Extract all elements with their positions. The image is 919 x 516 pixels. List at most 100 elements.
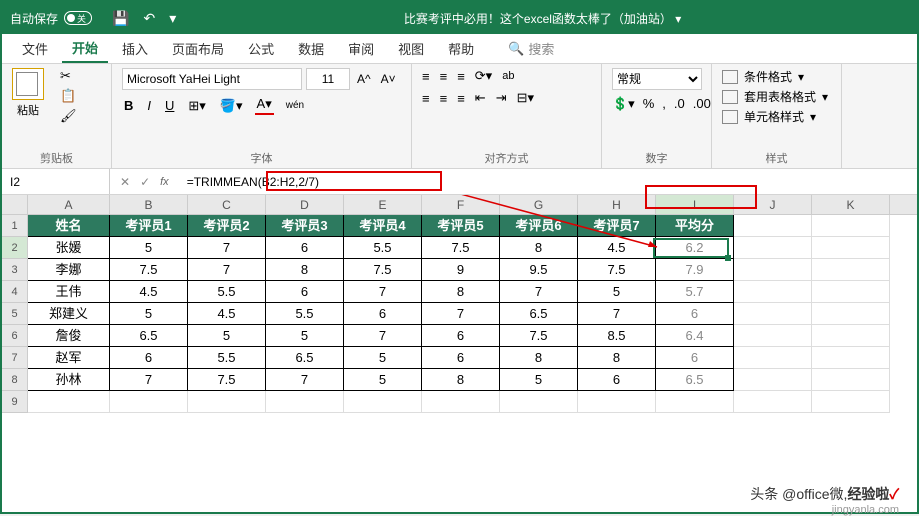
cell[interactable]: 5 [110, 237, 188, 259]
cell[interactable] [812, 369, 890, 391]
autosave-toggle[interactable]: 自动保存 关 [10, 10, 92, 27]
cell[interactable] [344, 391, 422, 413]
search-box[interactable]: 🔍 搜索 [508, 39, 554, 58]
col-header[interactable]: G [500, 195, 578, 214]
cancel-icon[interactable]: ✕ [120, 175, 130, 189]
cell[interactable]: 5.5 [188, 281, 266, 303]
conditional-format-button[interactable]: 条件格式▾ [722, 68, 831, 85]
cell[interactable]: 6 [344, 303, 422, 325]
cell[interactable]: 6.5 [110, 325, 188, 347]
font-size-select[interactable] [306, 68, 350, 90]
cell[interactable]: 詹俊 [28, 325, 110, 347]
decrease-font-icon[interactable]: A˅ [378, 72, 399, 86]
copy-icon[interactable]: 📋 [60, 88, 77, 104]
cut-icon[interactable]: ✂ [60, 68, 77, 84]
cell[interactable] [422, 391, 500, 413]
cell-style-button[interactable]: 单元格样式▾ [722, 108, 831, 125]
col-header[interactable]: H [578, 195, 656, 214]
tab-layout[interactable]: 页面布局 [162, 35, 234, 62]
cell[interactable]: 8.5 [578, 325, 656, 347]
cell[interactable]: 4.5 [110, 281, 188, 303]
cell[interactable]: 7.9 [656, 259, 734, 281]
row-header[interactable]: 4 [2, 281, 28, 303]
cell[interactable]: 5 [188, 325, 266, 347]
italic-button[interactable]: I [145, 98, 153, 113]
cell[interactable]: 6.5 [266, 347, 344, 369]
cell[interactable] [656, 391, 734, 413]
decrease-decimal-icon[interactable]: .00 [693, 96, 711, 112]
name-box[interactable]: I2 [2, 169, 110, 194]
cell[interactable]: 王伟 [28, 281, 110, 303]
cell[interactable]: 6.2 [656, 237, 734, 259]
cell[interactable]: 7 [500, 281, 578, 303]
comma-icon[interactable]: , [662, 96, 666, 112]
cell[interactable] [28, 391, 110, 413]
cell[interactable] [812, 347, 890, 369]
cell[interactable]: 7.5 [500, 325, 578, 347]
align-top-icon[interactable]: ≡ [422, 69, 430, 84]
cell[interactable]: 张媛 [28, 237, 110, 259]
cell[interactable] [266, 391, 344, 413]
table-header-cell[interactable]: 姓名 [28, 215, 110, 237]
tab-review[interactable]: 审阅 [338, 35, 384, 62]
cell[interactable]: 5 [500, 369, 578, 391]
col-header[interactable]: D [266, 195, 344, 214]
cell[interactable]: 9 [422, 259, 500, 281]
table-header-cell[interactable]: 平均分 [656, 215, 734, 237]
align-middle-icon[interactable]: ≡ [440, 69, 448, 84]
cell[interactable]: 5 [266, 325, 344, 347]
cell[interactable]: 4.5 [578, 237, 656, 259]
cell[interactable]: 7 [266, 369, 344, 391]
increase-decimal-icon[interactable]: .0 [674, 96, 685, 112]
cell[interactable]: 5 [344, 347, 422, 369]
cell[interactable]: 6 [266, 281, 344, 303]
indent-left-icon[interactable]: ⇤ [475, 90, 486, 106]
tab-insert[interactable]: 插入 [112, 35, 158, 62]
cell[interactable]: 8 [422, 369, 500, 391]
cell[interactable] [812, 391, 890, 413]
cell[interactable]: 4.5 [188, 303, 266, 325]
tab-home[interactable]: 开始 [62, 34, 108, 63]
select-all-corner[interactable] [2, 195, 28, 214]
fill-handle[interactable] [725, 255, 731, 261]
cell[interactable]: 7 [188, 259, 266, 281]
cell[interactable] [734, 281, 812, 303]
tab-view[interactable]: 视图 [388, 35, 434, 62]
percent-icon[interactable]: % [643, 96, 655, 112]
cell[interactable]: 7.5 [110, 259, 188, 281]
col-header[interactable]: K [812, 195, 890, 214]
cell[interactable]: 7 [188, 237, 266, 259]
cell[interactable]: 5 [344, 369, 422, 391]
formula-input[interactable]: =TRIMMEAN(B2:H2,2/7) [179, 175, 917, 189]
col-header[interactable]: E [344, 195, 422, 214]
cell[interactable]: 5.5 [188, 347, 266, 369]
cell[interactable]: 7 [344, 281, 422, 303]
cell[interactable]: 8 [500, 347, 578, 369]
cell[interactable]: 7 [578, 303, 656, 325]
cell[interactable] [110, 391, 188, 413]
cell[interactable] [734, 303, 812, 325]
cell[interactable]: 8 [422, 281, 500, 303]
currency-icon[interactable]: 💲▾ [612, 96, 635, 112]
cell[interactable]: 6.5 [656, 369, 734, 391]
align-left-icon[interactable]: ≡ [422, 91, 430, 106]
table-header-cell[interactable]: 考评员4 [344, 215, 422, 237]
cell[interactable] [812, 303, 890, 325]
tab-formula[interactable]: 公式 [238, 35, 284, 62]
fx-icon[interactable]: fx [160, 176, 169, 188]
save-icon[interactable]: 💾 [112, 10, 129, 27]
undo-icon[interactable]: ↶ [143, 10, 155, 27]
align-center-icon[interactable]: ≡ [440, 91, 448, 106]
cell[interactable]: 6 [656, 303, 734, 325]
align-right-icon[interactable]: ≡ [457, 91, 465, 106]
tab-data[interactable]: 数据 [288, 35, 334, 62]
cell[interactable] [734, 347, 812, 369]
indent-right-icon[interactable]: ⇥ [496, 90, 507, 106]
bold-button[interactable]: B [122, 98, 135, 113]
cell[interactable]: 8 [266, 259, 344, 281]
cell[interactable]: 7.5 [422, 237, 500, 259]
cell[interactable]: 7.5 [578, 259, 656, 281]
merge-button[interactable]: ⊟▾ [517, 90, 534, 106]
table-format-button[interactable]: 套用表格格式▾ [722, 88, 831, 105]
col-header[interactable]: B [110, 195, 188, 214]
